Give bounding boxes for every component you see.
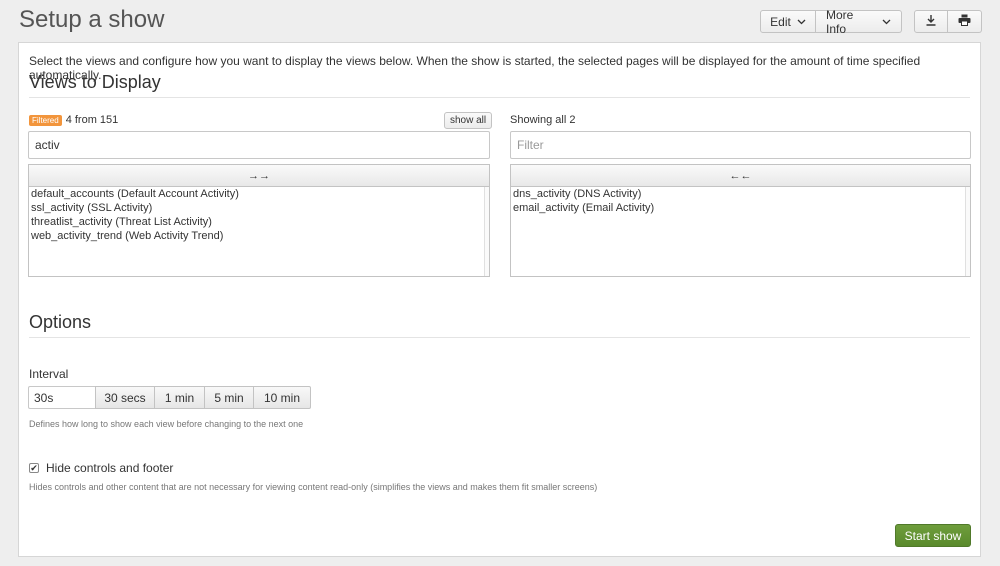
interval-input[interactable] — [28, 386, 95, 409]
download-button[interactable] — [914, 10, 948, 33]
add-all-button[interactable]: →→ — [28, 164, 490, 186]
list-item[interactable]: threatlist_activity (Threat List Activit… — [29, 215, 489, 229]
more-info-button[interactable]: More Info — [816, 7, 902, 36]
show-all-button[interactable]: show all — [444, 112, 493, 129]
download-icon — [925, 14, 937, 29]
scrollbar[interactable] — [965, 187, 970, 276]
hide-controls-row[interactable]: ✔ Hide controls and footer — [29, 461, 173, 475]
top-actions: Edit More Info — [760, 7, 982, 36]
more-info-button-label: More Info — [826, 7, 854, 36]
checkmark-icon: ✔ — [30, 462, 38, 473]
chevron-down-icon — [882, 17, 891, 27]
hide-controls-help-text: Hides controls and other content that ar… — [29, 482, 598, 492]
interval-preset-5-min[interactable]: 5 min — [205, 386, 254, 409]
interval-preset-30-secs[interactable]: 30 secs — [95, 386, 155, 409]
interval-preset-1-min[interactable]: 1 min — [155, 386, 205, 409]
edit-button-label: Edit — [770, 14, 791, 29]
remove-all-button[interactable]: ←← — [510, 164, 971, 186]
options-section-title: Options — [29, 312, 92, 332]
interval-help-text: Defines how long to show each view befor… — [29, 419, 304, 429]
available-filter-input[interactable] — [28, 131, 490, 159]
options-divider — [29, 337, 970, 338]
list-item[interactable]: web_activity_trend (Web Activity Trend) — [29, 229, 489, 243]
views-section-title: Views to Display — [29, 72, 161, 92]
list-item[interactable]: ssl_activity (SSL Activity) — [29, 201, 489, 215]
interval-control: 30 secs 1 min 5 min 10 min — [28, 386, 311, 409]
filtered-badge: Filtered — [29, 114, 62, 126]
selected-count: Showing all 2 — [510, 114, 575, 126]
hide-controls-label: Hide controls and footer — [46, 461, 174, 475]
selected-count-text: Showing all 2 — [510, 114, 576, 126]
available-count-text: 4 from 151 — [65, 114, 119, 126]
export-button-group — [914, 10, 982, 33]
views-divider — [29, 97, 970, 98]
list-item[interactable]: dns_activity (DNS Activity) — [511, 187, 970, 201]
selected-filter-input[interactable] — [510, 131, 971, 159]
edit-button[interactable]: Edit — [760, 10, 816, 33]
setup-panel: Select the views and configure how you w… — [18, 42, 981, 557]
start-show-button[interactable]: Start show — [895, 524, 971, 547]
available-views-list[interactable]: default_accounts (Default Account Activi… — [28, 186, 490, 277]
page-title: Setup a show — [19, 6, 165, 33]
scrollbar[interactable] — [484, 187, 489, 276]
chevron-down-icon — [797, 17, 806, 27]
menu-button-group: Edit More Info — [760, 7, 902, 36]
list-item[interactable]: default_accounts (Default Account Activi… — [29, 187, 489, 201]
available-count: Filtered 4 from 151 — [29, 114, 118, 126]
intro-text: Select the views and configure how you w… — [29, 54, 921, 82]
interval-label: Interval — [29, 367, 69, 381]
hide-controls-checkbox[interactable]: ✔ — [29, 463, 39, 473]
selected-views-list[interactable]: dns_activity (DNS Activity) email_activi… — [510, 186, 971, 277]
list-item[interactable]: email_activity (Email Activity) — [511, 201, 970, 215]
print-icon — [958, 14, 971, 29]
print-button[interactable] — [948, 10, 982, 33]
interval-preset-10-min[interactable]: 10 min — [254, 386, 311, 409]
